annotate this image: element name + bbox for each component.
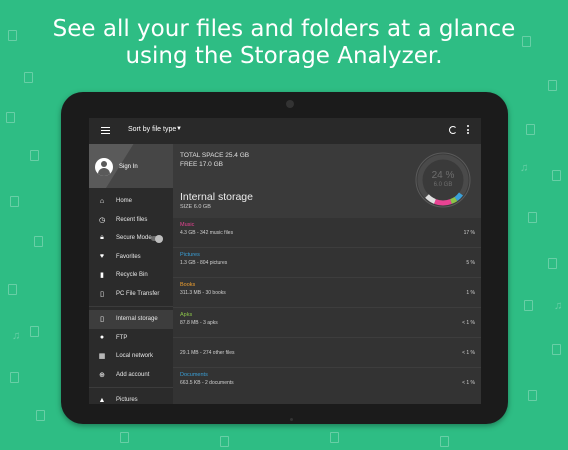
usage-ring-apks	[450, 196, 458, 204]
category-percent: < 1 %	[462, 320, 475, 326]
category-detail: 4.3 GB - 342 music files	[180, 230, 234, 236]
caret-down-icon[interactable]: ▼	[176, 126, 182, 132]
sidebar-item-label: Local network	[116, 353, 154, 360]
history-icon: ◷	[98, 216, 106, 224]
sidebar-item-label: Recycle Bin	[116, 272, 148, 279]
usage-ring-pictures	[454, 192, 464, 202]
sidebar-item-home[interactable]: ⌂ Home	[89, 192, 173, 211]
sidebar-item-label: Pictures	[116, 397, 138, 404]
storage-size: SIZE 6.0 GB	[180, 204, 211, 210]
headline: See all your files and folders at a glan…	[0, 16, 568, 70]
category-name: Books	[180, 282, 196, 288]
sidebar-item-local-network[interactable]: ▦ Local network	[89, 347, 173, 366]
sidebar-item-label: Favorites	[116, 253, 141, 260]
category-detail: 87.8 MB - 3 apks	[180, 320, 218, 326]
toolbar: Sort by file type ▼	[89, 118, 481, 144]
storage-analyzer: TOTAL SPACE 25.4 GB FREE 17.0 GB Interna…	[173, 144, 481, 404]
sidebar-item-favorites[interactable]: ♥ Favorites	[89, 248, 173, 267]
total-space: TOTAL SPACE 25.4 GB	[180, 152, 250, 159]
transfer-icon: ▯	[100, 290, 104, 298]
globe-icon: ●	[99, 334, 105, 341]
storage-summary: TOTAL SPACE 25.4 GB FREE 17.0 GB Interna…	[173, 144, 481, 218]
usage-size: 6.0 GB	[433, 182, 453, 188]
storage-title: Internal storage	[180, 191, 253, 203]
trash-icon: ▮	[100, 272, 104, 279]
divider	[89, 306, 173, 307]
sidebar-item-label: PC File Transfer	[116, 290, 160, 297]
hamburger-icon[interactable]	[101, 127, 110, 135]
sign-in-button[interactable]: Sign In	[119, 164, 138, 170]
usage-ring-music	[434, 199, 452, 206]
network-icon: ▦	[98, 353, 106, 360]
headline-line-2: using the Storage Analyzer.	[125, 43, 443, 69]
home-icon: ⌂	[99, 197, 105, 205]
sidebar-item-internal-storage[interactable]: ▯ Internal storage	[89, 310, 173, 329]
sidebar-item-pc-file-transfer[interactable]: ▯ PC File Transfer	[89, 285, 173, 304]
usage-percent: 24 %	[431, 170, 455, 181]
sidebar-item-ftp[interactable]: ● FTP	[89, 329, 173, 348]
sidebar-item-label: Internal storage	[116, 316, 158, 323]
category-detail: 29.1 MB - 274 other files	[180, 350, 235, 356]
category-detail: 311.3 MB - 30 books	[180, 290, 226, 296]
sidebar-item-add-account[interactable]: ⊕ Add account	[89, 366, 173, 385]
list-item-apks[interactable]: Apks 87.8 MB - 3 apks < 1 %	[173, 308, 481, 338]
heart-icon: ♥	[99, 253, 105, 260]
profile-header: Sign In	[89, 144, 173, 188]
sidebar-item-label: FTP	[116, 334, 128, 341]
sidebar-item-secure-mode[interactable]: 🔒︎ Secure Mode	[89, 229, 173, 248]
category-percent: < 1 %	[462, 380, 475, 386]
category-percent: 1 %	[466, 290, 475, 296]
sidebar-item-pictures[interactable]: ▲ Pictures	[89, 391, 173, 404]
sidebar-item-label: Secure Mode	[116, 235, 152, 242]
list-item-pictures[interactable]: Pictures 1.3 GB - 804 pictures 5 %	[173, 248, 481, 278]
lock-icon: 🔒︎	[100, 234, 104, 241]
divider	[89, 387, 173, 388]
category-name: Pictures	[180, 252, 200, 258]
category-percent: 5 %	[466, 260, 475, 266]
sidebar-item-label: Home	[116, 198, 133, 205]
sidebar-item-recycle-bin[interactable]: ▮ Recycle Bin	[89, 266, 173, 285]
refresh-icon[interactable]	[449, 126, 457, 134]
list-item-music[interactable]: Music 4.3 GB - 342 music files 17 %	[173, 218, 481, 248]
category-detail: 663.5 KB - 2 documents	[180, 380, 234, 386]
sidebar-item-recent-files[interactable]: ◷ Recent files	[89, 211, 173, 230]
list-item-documents[interactable]: Documents 663.5 KB - 2 documents < 1 %	[173, 368, 481, 398]
list-item-books[interactable]: Books 311.3 MB - 30 books 1 %	[173, 278, 481, 308]
usage-ring-chart: 24 % 6.0 GB	[413, 150, 473, 210]
category-percent: < 1 %	[462, 350, 475, 356]
avatar-icon[interactable]	[95, 158, 113, 176]
sidebar-item-label: Add account	[116, 371, 150, 378]
sensor	[290, 418, 293, 421]
sort-dropdown[interactable]: Sort by file type	[128, 126, 176, 133]
category-percent: 17 %	[463, 230, 475, 236]
headline-line-1: See all your files and folders at a glan…	[52, 16, 516, 42]
add-icon: ⊕	[99, 371, 105, 379]
category-detail: 1.3 GB - 804 pictures	[180, 260, 228, 266]
list-item-other[interactable]: 29.1 MB - 274 other files < 1 %	[173, 338, 481, 368]
more-vert-icon[interactable]	[467, 125, 470, 136]
app-screen: Sort by file type ▼ Sign In ⌂ Home ◷ Rec…	[89, 118, 481, 404]
category-name: Apks	[180, 312, 193, 318]
category-name: Music	[180, 222, 195, 228]
image-icon: ▲	[98, 396, 106, 404]
phone-icon: ▯	[100, 316, 104, 323]
camera	[286, 100, 294, 108]
free-space: FREE 17.0 GB	[180, 161, 223, 168]
secure-mode-toggle[interactable]	[151, 234, 163, 243]
sidebar-item-label: Recent files	[116, 216, 148, 223]
category-name: Documents	[180, 372, 208, 378]
navigation-drawer: Sign In ⌂ Home ◷ Recent files 🔒︎ Secure …	[89, 144, 173, 404]
